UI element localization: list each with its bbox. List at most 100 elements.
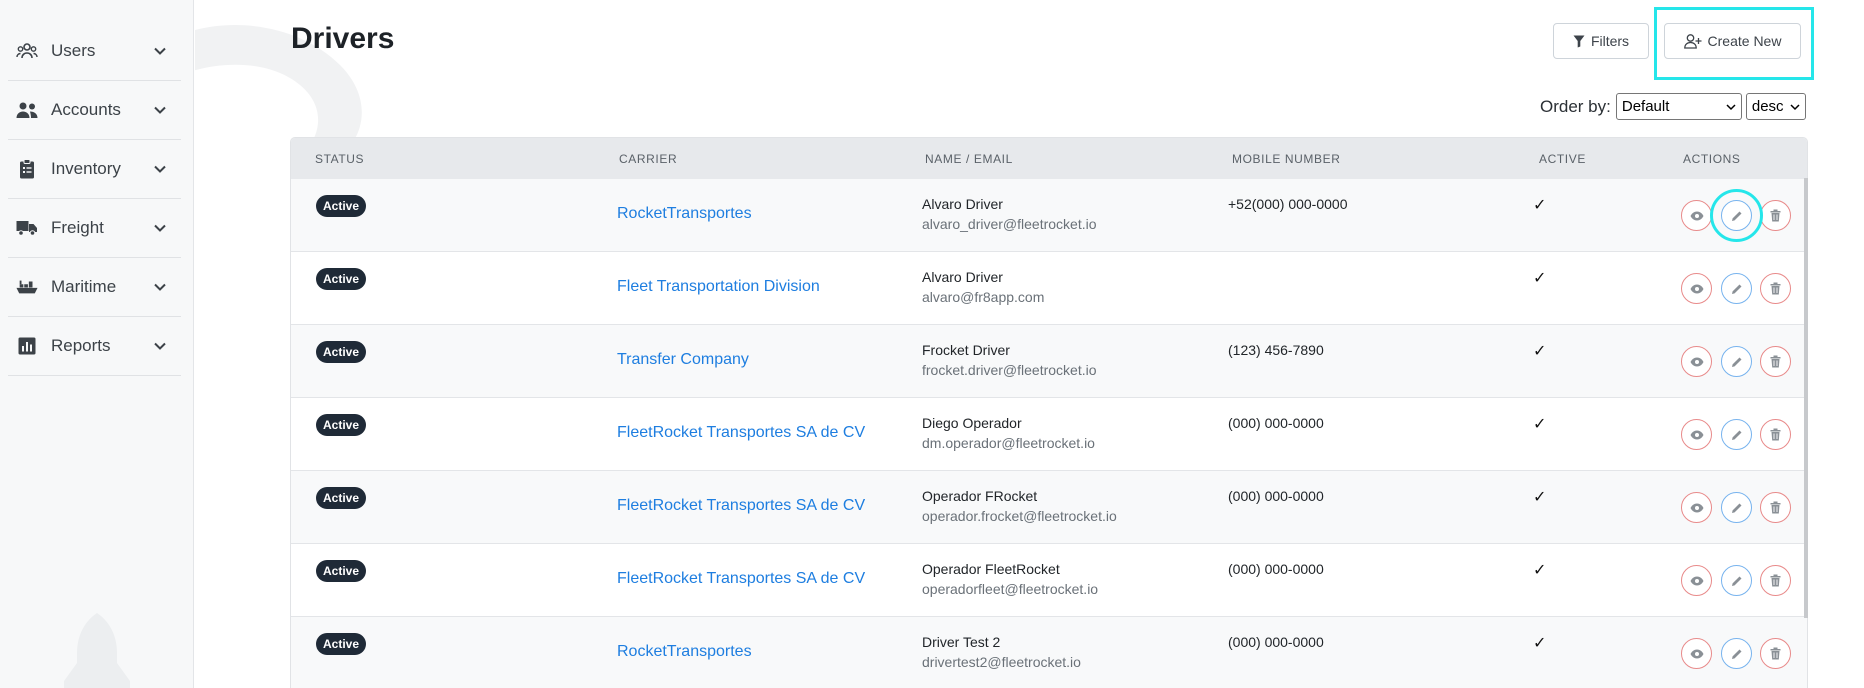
main-content: Drivers Filters Create New Order by: Def… bbox=[195, 0, 1864, 688]
bar-chart-icon bbox=[16, 335, 38, 357]
eye-icon bbox=[1690, 649, 1703, 658]
pencil-icon bbox=[1731, 503, 1741, 513]
truck-icon bbox=[16, 217, 38, 239]
page-title: Drivers bbox=[291, 22, 395, 55]
delete-button[interactable] bbox=[1760, 200, 1791, 231]
column-header-carrier[interactable]: Carrier bbox=[619, 152, 677, 166]
table-body: Active RocketTransportes Alvaro Driver a… bbox=[291, 179, 1807, 688]
carrier-link[interactable]: FleetRocket Transportes SA de CV bbox=[617, 570, 865, 588]
column-header-actions: Actions bbox=[1683, 151, 1741, 166]
column-header-status[interactable]: Status bbox=[315, 152, 364, 166]
ship-icon bbox=[16, 276, 38, 298]
sidebar-item-users[interactable]: Users bbox=[8, 22, 181, 81]
carrier-link[interactable]: FleetRocket Transportes SA de CV bbox=[617, 497, 865, 515]
chevron-down-icon bbox=[154, 106, 166, 114]
carrier-link[interactable]: Fleet Transportation Division bbox=[617, 278, 820, 296]
edit-button[interactable] bbox=[1721, 638, 1752, 669]
driver-email: alvaro@fr8app.com bbox=[922, 289, 1045, 305]
column-header-name-email[interactable]: Name / Email bbox=[925, 152, 1013, 166]
mobile-number: (123) 456-7890 bbox=[1228, 342, 1324, 358]
delete-button[interactable] bbox=[1760, 273, 1791, 304]
sidebar-item-label: Freight bbox=[51, 218, 104, 237]
carrier-link[interactable]: Transfer Company bbox=[617, 351, 749, 369]
chevron-down-icon bbox=[154, 47, 166, 55]
driver-email: operador.frocket@fleetrocket.io bbox=[922, 508, 1117, 524]
view-button[interactable] bbox=[1681, 346, 1712, 377]
pencil-icon bbox=[1731, 649, 1741, 659]
delete-button[interactable] bbox=[1760, 492, 1791, 523]
view-button[interactable] bbox=[1681, 273, 1712, 304]
sidebar-item-label: Maritime bbox=[51, 277, 117, 296]
delete-button[interactable] bbox=[1760, 419, 1791, 450]
status-badge: Active bbox=[316, 341, 367, 363]
active-check: ✓ bbox=[1533, 197, 1547, 214]
view-button[interactable] bbox=[1681, 638, 1712, 669]
carrier-link[interactable]: RocketTransportes bbox=[617, 205, 752, 223]
mobile-number: (000) 000-0000 bbox=[1228, 488, 1324, 504]
eye-icon bbox=[1690, 503, 1703, 512]
drivers-table: Status Carrier Name / Email Mobile Numbe… bbox=[290, 137, 1808, 688]
status-badge: Active bbox=[316, 560, 367, 582]
sidebar-item-freight[interactable]: Freight bbox=[8, 199, 181, 258]
order-direction-select[interactable]: desc bbox=[1745, 93, 1806, 120]
edit-button[interactable] bbox=[1721, 419, 1752, 450]
driver-name: Driver Test 2 bbox=[922, 634, 1001, 650]
sidebar-item-maritime[interactable]: Maritime bbox=[8, 258, 181, 317]
edit-button[interactable] bbox=[1721, 492, 1752, 523]
view-button[interactable] bbox=[1681, 419, 1712, 450]
add-user-icon bbox=[1683, 33, 1702, 49]
delete-button[interactable] bbox=[1760, 638, 1791, 669]
delete-button[interactable] bbox=[1760, 565, 1791, 596]
edit-button[interactable] bbox=[1721, 200, 1752, 231]
pencil-icon bbox=[1731, 357, 1741, 367]
order-field-select[interactable]: Default bbox=[1615, 93, 1742, 120]
users-group-icon bbox=[16, 40, 38, 62]
sidebar-item-accounts[interactable]: Accounts bbox=[8, 81, 181, 140]
pencil-icon bbox=[1731, 576, 1741, 586]
order-field-value: Default bbox=[1621, 98, 1670, 115]
trash-icon bbox=[1770, 501, 1781, 514]
sidebar-item-label: Reports bbox=[51, 336, 111, 355]
driver-name: Alvaro Driver bbox=[922, 269, 1003, 285]
column-header-active[interactable]: Active bbox=[1539, 152, 1586, 166]
column-header-mobile[interactable]: Mobile Number bbox=[1232, 152, 1340, 166]
status-badge: Active bbox=[316, 195, 367, 217]
view-button[interactable] bbox=[1681, 200, 1712, 231]
driver-email: alvaro_driver@fleetrocket.io bbox=[922, 216, 1097, 232]
eye-icon bbox=[1690, 284, 1703, 293]
sidebar-item-label: Inventory bbox=[51, 159, 121, 178]
table-row: Active Transfer Company Frocket Driver f… bbox=[291, 325, 1807, 398]
view-button[interactable] bbox=[1681, 492, 1712, 523]
accounts-icon bbox=[16, 99, 38, 121]
table-scrollbar[interactable] bbox=[1804, 178, 1808, 618]
table-row: Active FleetRocket Transportes SA de CV … bbox=[291, 471, 1807, 544]
chevron-down-icon bbox=[154, 283, 166, 291]
driver-name: Alvaro Driver bbox=[922, 196, 1003, 212]
table-header: Status Carrier Name / Email Mobile Numbe… bbox=[291, 138, 1807, 179]
carrier-link[interactable]: FleetRocket Transportes SA de CV bbox=[617, 424, 865, 442]
active-check: ✓ bbox=[1533, 489, 1547, 506]
trash-icon bbox=[1770, 282, 1781, 295]
order-direction-value: desc bbox=[1751, 98, 1784, 115]
edit-button[interactable] bbox=[1721, 565, 1752, 596]
filters-button[interactable]: Filters bbox=[1553, 23, 1649, 59]
trash-icon bbox=[1770, 647, 1781, 660]
delete-button[interactable] bbox=[1760, 346, 1791, 377]
edit-button[interactable] bbox=[1721, 346, 1752, 377]
pencil-icon bbox=[1731, 430, 1741, 440]
view-button[interactable] bbox=[1681, 565, 1712, 596]
eye-icon bbox=[1690, 211, 1703, 220]
edit-button[interactable] bbox=[1721, 273, 1752, 304]
sidebar-item-reports[interactable]: Reports bbox=[8, 317, 181, 376]
active-check: ✓ bbox=[1533, 270, 1547, 287]
filter-icon bbox=[1573, 35, 1585, 47]
status-badge: Active bbox=[316, 633, 367, 655]
table-row: Active RocketTransportes Driver Test 2 d… bbox=[291, 617, 1807, 688]
status-badge: Active bbox=[316, 268, 367, 290]
sidebar-item-inventory[interactable]: Inventory bbox=[8, 140, 181, 199]
trash-icon bbox=[1770, 574, 1781, 587]
create-new-button[interactable]: Create New bbox=[1664, 23, 1801, 59]
carrier-link[interactable]: RocketTransportes bbox=[617, 643, 752, 661]
driver-name: Frocket Driver bbox=[922, 342, 1010, 358]
sidebar-item-label: Users bbox=[51, 41, 96, 60]
